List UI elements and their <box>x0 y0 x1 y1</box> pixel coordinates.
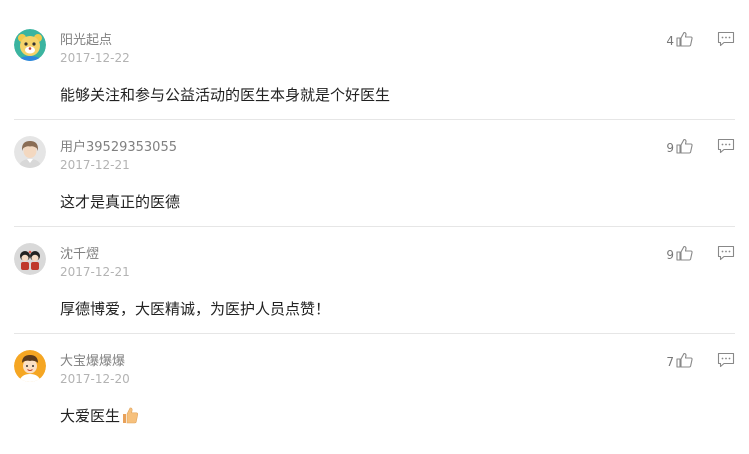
like-count: 4 <box>666 33 674 48</box>
comment-reply-icon[interactable] <box>717 31 735 47</box>
thumbs-up-icon[interactable] <box>676 245 693 261</box>
like-count: 7 <box>666 354 674 369</box>
comment-reply-icon[interactable] <box>717 245 735 261</box>
comment-username[interactable]: 用户39529353055 <box>60 136 177 155</box>
thumbs-up-icon[interactable] <box>676 138 693 154</box>
comment-content-wrap: 大爱医生 <box>60 405 139 428</box>
comment-content: 大爱医生 <box>60 407 121 425</box>
comment-date: 2017-12-22 <box>60 51 130 65</box>
comment-reply-icon[interactable] <box>717 352 735 368</box>
comment-content: 能够关注和参与公益活动的医生本身就是个好医生 <box>60 86 391 104</box>
comment-reply-icon[interactable] <box>717 138 735 154</box>
cartoon-couple-avatar-icon[interactable] <box>14 243 46 275</box>
comment-username[interactable]: 大宝爆爆爆 <box>60 350 125 369</box>
comment-content: 这才是真正的医德 <box>60 193 181 211</box>
comment-item: 沈千熤 2017-12-21 厚德博爱，大医精诚，为医护人员点赞！ 9 <box>0 227 749 334</box>
like-button[interactable]: 9 <box>666 137 693 155</box>
default-user-avatar-icon[interactable] <box>14 136 46 168</box>
thumbs-up-emoji-icon <box>121 406 139 428</box>
like-button[interactable]: 4 <box>666 30 693 48</box>
comment-content: 厚德博爱，大医精诚，为医护人员点赞！ <box>60 300 331 318</box>
like-button[interactable]: 7 <box>666 351 693 369</box>
comment-date: 2017-12-21 <box>60 265 130 279</box>
comment-date: 2017-12-21 <box>60 158 130 172</box>
comment-list: 阳光起点 2017-12-22 能够关注和参与公益活动的医生本身就是个好医生 4 <box>0 0 749 454</box>
comment-username[interactable]: 沈千熤 <box>60 243 99 262</box>
cartoon-bear-avatar-icon[interactable] <box>14 29 46 61</box>
thumbs-up-icon[interactable] <box>676 352 693 368</box>
like-button[interactable]: 9 <box>666 244 693 262</box>
comment-date: 2017-12-20 <box>60 372 130 386</box>
comment-item: 用户39529353055 2017-12-21 这才是真正的医德 9 <box>0 120 749 227</box>
cartoon-boy-avatar-icon[interactable] <box>14 350 46 382</box>
comment-item: 阳光起点 2017-12-22 能够关注和参与公益活动的医生本身就是个好医生 4 <box>0 13 749 120</box>
comment-item: 大宝爆爆爆 2017-12-20 大爱医生 7 <box>0 334 749 441</box>
like-count: 9 <box>666 247 674 262</box>
comment-username[interactable]: 阳光起点 <box>60 29 112 48</box>
like-count: 9 <box>666 140 674 155</box>
thumbs-up-icon[interactable] <box>676 31 693 47</box>
